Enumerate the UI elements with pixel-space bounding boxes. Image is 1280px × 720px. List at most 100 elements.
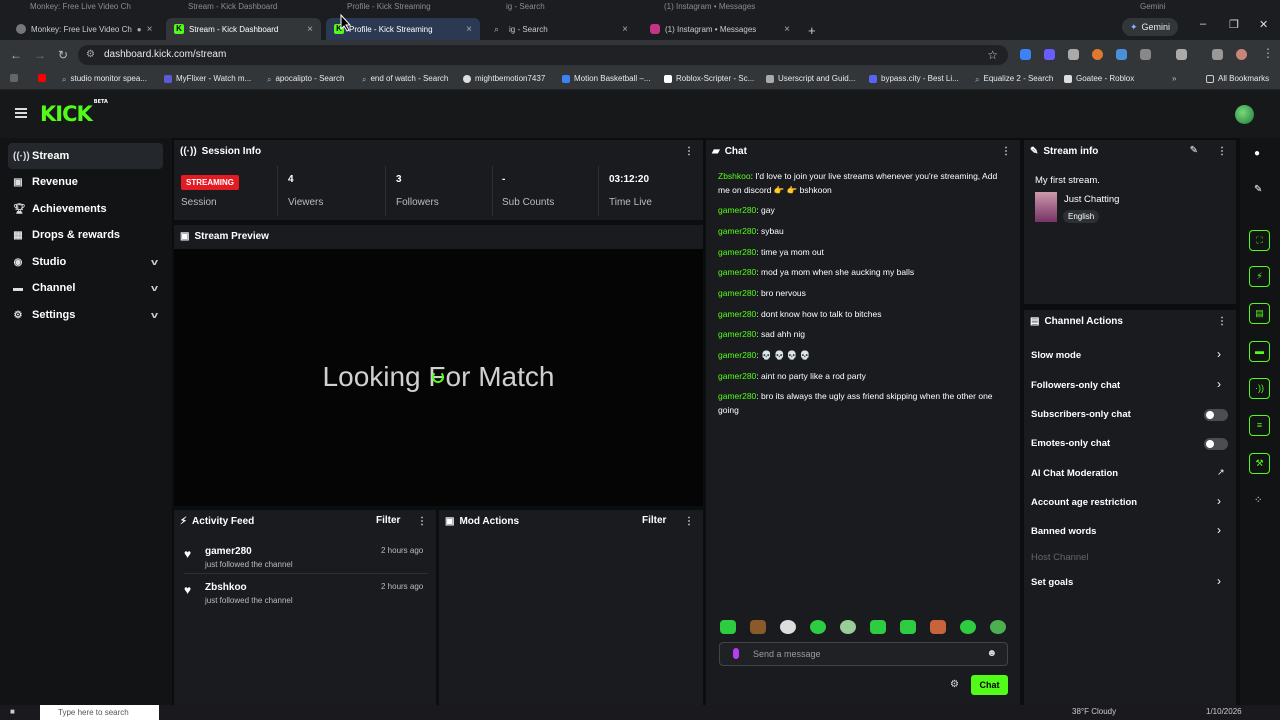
- chat-message-input[interactable]: Send a message ☻: [719, 642, 1008, 666]
- emoji-icon[interactable]: ☻: [986, 643, 997, 665]
- crop-icon[interactable]: ⛶: [1249, 230, 1270, 251]
- clipboard-icon[interactable]: ▤: [1249, 303, 1270, 324]
- browser-tab-kick-dashboard[interactable]: K Stream - Kick Dashboard ×: [166, 18, 321, 40]
- menu-icon[interactable]: [1212, 49, 1223, 60]
- youtube-bookmark-icon[interactable]: [38, 74, 46, 82]
- activity-filter-button[interactable]: Filter: [376, 515, 400, 526]
- chevron-right-icon[interactable]: ›: [1217, 347, 1221, 361]
- chat-username[interactable]: gamer280: [718, 329, 756, 339]
- chevron-right-icon[interactable]: ›: [1217, 494, 1221, 508]
- extension-icon[interactable]: [1044, 49, 1055, 60]
- more-options-icon[interactable]: ⋮: [417, 516, 427, 527]
- set-goals-action[interactable]: Set goals: [1031, 577, 1073, 588]
- activity-username[interactable]: Zbshkoo: [205, 582, 247, 593]
- chat-username[interactable]: gamer280: [718, 226, 756, 236]
- bookmark-item[interactable]: bypass.city - Best Li...: [869, 74, 959, 83]
- chat-send-button[interactable]: Chat: [971, 675, 1008, 695]
- bookmark-item[interactable]: Userscript and Guid...: [766, 74, 855, 83]
- forward-icon[interactable]: →: [34, 48, 46, 62]
- chat-username[interactable]: gamer280: [718, 205, 756, 215]
- chevron-right-icon[interactable]: ›: [1217, 574, 1221, 588]
- chat-username[interactable]: gamer280: [718, 309, 756, 319]
- bookmark-item[interactable]: MyFlixer - Watch m...: [164, 74, 251, 83]
- sidebar-item-settings[interactable]: ⚙ Settings v: [8, 302, 163, 328]
- more-options-icon[interactable]: ⋮: [684, 146, 694, 157]
- mod-filter-button[interactable]: Filter: [642, 515, 666, 526]
- microphone-icon[interactable]: [733, 648, 739, 659]
- gemini-button[interactable]: ✦ Gemini: [1122, 18, 1179, 36]
- edit-layout-icon[interactable]: ✎: [1254, 184, 1262, 195]
- apps-grid-icon[interactable]: ⁘: [1254, 495, 1262, 506]
- slow-mode-action[interactable]: Slow mode: [1031, 350, 1081, 361]
- sidebar-item-channel[interactable]: ▬ Channel v: [8, 275, 163, 301]
- user-avatar[interactable]: [1235, 105, 1254, 124]
- edit-icon[interactable]: ✎: [1190, 145, 1198, 156]
- sidebar-item-stream[interactable]: ((·)) Stream: [8, 143, 163, 169]
- chat-username[interactable]: gamer280: [718, 371, 756, 381]
- subscribers-only-toggle[interactable]: [1204, 409, 1228, 421]
- hamburger-menu-icon[interactable]: [15, 108, 27, 118]
- activity-username[interactable]: gamer280: [205, 546, 252, 557]
- bookmark-item[interactable]: ⌕ apocalipto - Search: [267, 74, 344, 84]
- bookmark-item[interactable]: Motion Basketball –...: [562, 74, 650, 83]
- more-options-icon[interactable]: ⋮: [684, 516, 694, 527]
- url-field[interactable]: ⚙ dashboard.kick.com/stream ☆: [78, 45, 1008, 65]
- bookmark-item[interactable]: ⌕ studio monitor spea...: [62, 74, 147, 84]
- chat-username[interactable]: Zbshkoo: [718, 171, 751, 181]
- layers-icon[interactable]: ≡: [1249, 415, 1270, 436]
- extension-icon[interactable]: [1092, 49, 1103, 60]
- chevron-right-icon[interactable]: ›: [1217, 377, 1221, 391]
- emote-icon[interactable]: [840, 620, 856, 634]
- category-thumbnail[interactable]: [1035, 192, 1057, 222]
- close-tab-icon[interactable]: ×: [307, 24, 313, 35]
- broadcast-icon[interactable]: ·)): [1249, 378, 1270, 399]
- bookmark-star-icon[interactable]: ☆: [987, 45, 998, 65]
- info-icon[interactable]: ●: [1254, 148, 1260, 159]
- more-options-icon[interactable]: ⋮: [1001, 146, 1011, 157]
- profile-avatar-icon[interactable]: [1236, 49, 1247, 60]
- chat-username[interactable]: gamer280: [718, 267, 756, 277]
- close-tab-icon[interactable]: ×: [784, 24, 790, 35]
- emote-icon[interactable]: [990, 620, 1006, 634]
- bookmark-item[interactable]: ⌕ Equalize 2 - Search: [975, 74, 1053, 84]
- close-tab-icon[interactable]: ×: [147, 24, 153, 35]
- minimize-icon[interactable]: –: [1200, 18, 1206, 30]
- chevron-right-icon[interactable]: ›: [1217, 523, 1221, 537]
- external-link-icon[interactable]: ↗: [1217, 467, 1225, 478]
- chat-bubble-icon[interactable]: ▬: [1249, 341, 1270, 362]
- sidebar-item-achievements[interactable]: 🏆︎ Achievements: [8, 196, 163, 222]
- lightning-icon[interactable]: ⚡︎: [1249, 266, 1270, 287]
- chat-settings-icon[interactable]: ⚙: [950, 679, 959, 690]
- more-options-icon[interactable]: ⋮: [1217, 146, 1227, 157]
- close-tab-icon[interactable]: ×: [622, 24, 628, 35]
- taskbar-search-box[interactable]: Type here to search: [40, 705, 159, 720]
- emote-icon[interactable]: [900, 620, 916, 634]
- emote-icon[interactable]: [720, 620, 736, 634]
- chat-username[interactable]: gamer280: [718, 391, 756, 401]
- windows-start-icon[interactable]: ■: [10, 707, 15, 716]
- chat-username[interactable]: gamer280: [718, 247, 756, 257]
- chat-username[interactable]: gamer280: [718, 350, 756, 360]
- extension-icon[interactable]: [1020, 49, 1031, 60]
- reload-icon[interactable]: ↻: [58, 48, 68, 62]
- more-options-icon[interactable]: ⋮: [1217, 316, 1227, 327]
- account-age-action[interactable]: Account age restriction: [1031, 497, 1137, 508]
- stream-category[interactable]: Just Chatting: [1064, 194, 1119, 205]
- bookmark-item[interactable]: ⌕ end of watch - Search: [362, 74, 448, 84]
- emote-icon[interactable]: [870, 620, 886, 634]
- followers-only-action[interactable]: Followers-only chat: [1031, 380, 1120, 391]
- browser-tab-monkey[interactable]: Monkey: Free Live Video Ch ● ×: [8, 18, 158, 40]
- wrench-icon[interactable]: ⚒: [1249, 453, 1270, 474]
- close-window-icon[interactable]: ✕: [1259, 18, 1268, 31]
- emote-icon[interactable]: [780, 620, 796, 634]
- all-bookmarks-button[interactable]: All Bookmarks: [1206, 74, 1269, 83]
- more-bookmarks-icon[interactable]: »: [1172, 74, 1176, 83]
- sidebar-item-revenue[interactable]: ▣ Revenue: [8, 169, 163, 195]
- close-tab-icon[interactable]: ×: [466, 24, 472, 35]
- bookmark-item[interactable]: Goatee - Roblox: [1064, 74, 1134, 83]
- new-tab-icon[interactable]: +: [800, 19, 824, 41]
- emote-icon[interactable]: [930, 620, 946, 634]
- extension-icon[interactable]: [1116, 49, 1127, 60]
- emote-icon[interactable]: [750, 620, 766, 634]
- maximize-icon[interactable]: ❐: [1229, 18, 1239, 31]
